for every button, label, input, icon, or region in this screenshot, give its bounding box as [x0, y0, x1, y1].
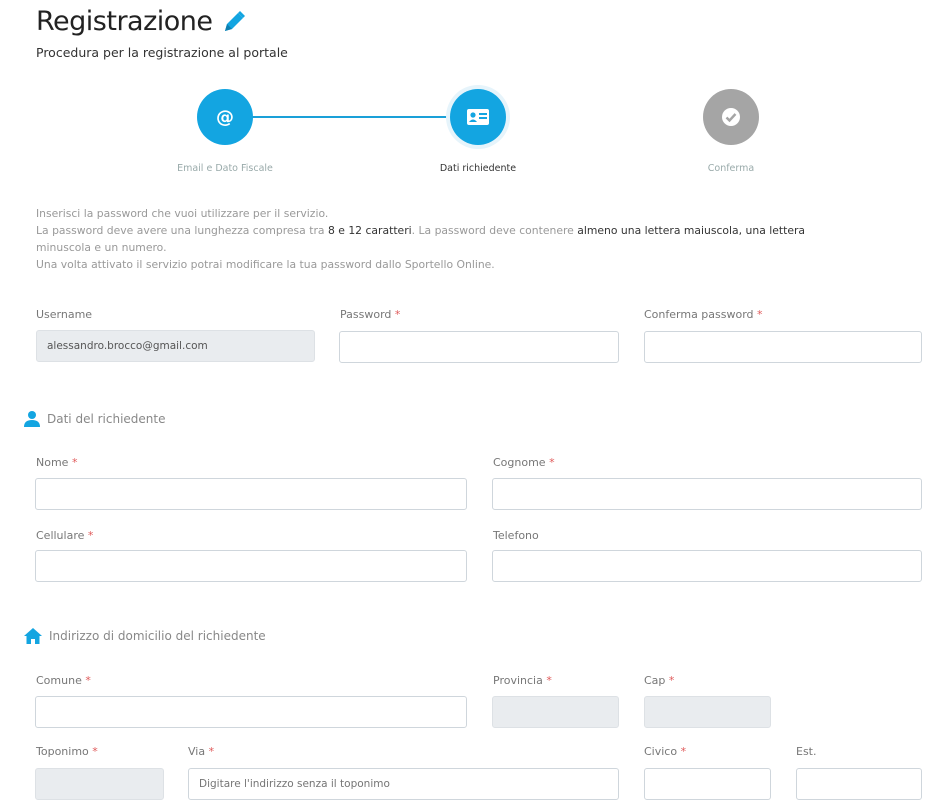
cognome-label: Cognome *	[493, 456, 555, 469]
via-label: Via *	[188, 745, 214, 758]
provincia-label: Provincia *	[493, 674, 552, 687]
required-mark: *	[92, 745, 98, 758]
step-label-conferma: Conferma	[707, 163, 755, 174]
info-line-1: Inserisci la password che vuoi utilizzar…	[36, 207, 329, 220]
required-mark: *	[549, 456, 555, 469]
nome-field[interactable]	[35, 478, 467, 510]
step-label-email: Email e Dato Fiscale	[177, 163, 273, 174]
nome-label-text: Nome	[36, 456, 69, 469]
address-section-title: Indirizzo di domicilio del richiedente	[49, 629, 266, 643]
info-line-2d: almeno una lettera maiuscola, una letter…	[577, 224, 806, 237]
pencil-icon	[224, 10, 245, 31]
home-icon	[24, 628, 42, 644]
info-line-4: Una volta attivato il servizio potrai mo…	[36, 258, 495, 271]
svg-text:@: @	[216, 107, 234, 128]
cap-label: Cap *	[644, 674, 674, 687]
required-mark: *	[668, 674, 675, 687]
telefono-field[interactable]	[492, 550, 922, 582]
confirm-password-label: Conferma password *	[644, 308, 763, 321]
cap-field[interactable]	[644, 696, 771, 728]
cognome-field[interactable]	[492, 478, 922, 510]
step-email[interactable]: @	[197, 89, 253, 145]
required-mark: *	[71, 456, 78, 469]
confirm-password-label-text: Conferma password	[644, 308, 754, 321]
info-line-2a: La password deve avere una lunghezza com…	[36, 224, 328, 237]
info-line-2: La password deve avere una lunghezza com…	[36, 222, 805, 239]
page-title-text: Registrazione	[36, 6, 213, 37]
telefono-label: Telefono	[493, 529, 539, 542]
username-label: Username	[36, 308, 93, 321]
address-section-header: Indirizzo di domicilio del richiedente	[23, 627, 266, 645]
step-conferma[interactable]	[703, 89, 759, 145]
applicant-section-header: Dati del richiedente	[23, 410, 165, 428]
toponimo-label: Toponimo *	[36, 745, 98, 758]
nome-label: Nome *	[36, 456, 77, 469]
provincia-field[interactable]	[492, 696, 619, 728]
info-line-2c: . La password deve contenere	[411, 224, 578, 237]
cellulare-label-text: Cellulare	[36, 529, 85, 542]
info-line-3: minuscola e un numero.	[36, 241, 167, 254]
provincia-label-text: Provincia	[493, 674, 543, 687]
comune-label: Comune *	[36, 674, 91, 687]
step-label-dati-richiedente: Dati richiedente	[439, 163, 517, 174]
via-field[interactable]	[188, 768, 619, 800]
cognome-label-text: Cognome	[493, 456, 546, 469]
user-icon	[24, 411, 40, 427]
comune-field[interactable]	[35, 696, 467, 728]
step-dati-richiedente[interactable]	[450, 89, 506, 145]
required-mark: *	[757, 308, 763, 321]
required-mark: *	[546, 674, 552, 687]
check-icon	[722, 108, 740, 126]
cap-label-text: Cap	[644, 674, 666, 687]
password-info: Inserisci la password che vuoi utilizzar…	[36, 205, 805, 273]
page-title: Registrazione	[36, 6, 247, 37]
toponimo-field[interactable]	[35, 768, 164, 800]
username-field[interactable]	[36, 330, 315, 362]
stepper-connector	[252, 116, 452, 118]
cellulare-label: Cellulare *	[36, 529, 93, 542]
confirm-password-field[interactable]	[644, 331, 922, 363]
required-mark: *	[208, 745, 215, 758]
comune-label-text: Comune	[36, 674, 82, 687]
required-mark: *	[85, 674, 91, 687]
est-label: Est.	[796, 745, 817, 758]
civico-field[interactable]	[644, 768, 771, 800]
required-mark: *	[87, 529, 94, 542]
required-mark: *	[394, 308, 401, 321]
civico-label: Civico *	[644, 745, 686, 758]
via-label-text: Via	[188, 745, 206, 758]
at-icon: @	[216, 107, 234, 128]
page-subtitle: Procedura per la registrazione al portal…	[36, 45, 288, 60]
toponimo-label-text: Toponimo	[36, 745, 89, 758]
id-card-icon	[467, 109, 489, 125]
civico-label-text: Civico	[644, 745, 678, 758]
est-field[interactable]	[796, 768, 922, 800]
applicant-section-title: Dati del richiedente	[47, 412, 166, 426]
cellulare-field[interactable]	[35, 550, 467, 582]
password-label-text: Password	[340, 308, 392, 321]
password-label: Password *	[340, 308, 400, 321]
required-mark: *	[680, 745, 687, 758]
password-field[interactable]	[339, 331, 619, 363]
info-line-2b: 8 e 12 caratteri	[327, 224, 412, 237]
